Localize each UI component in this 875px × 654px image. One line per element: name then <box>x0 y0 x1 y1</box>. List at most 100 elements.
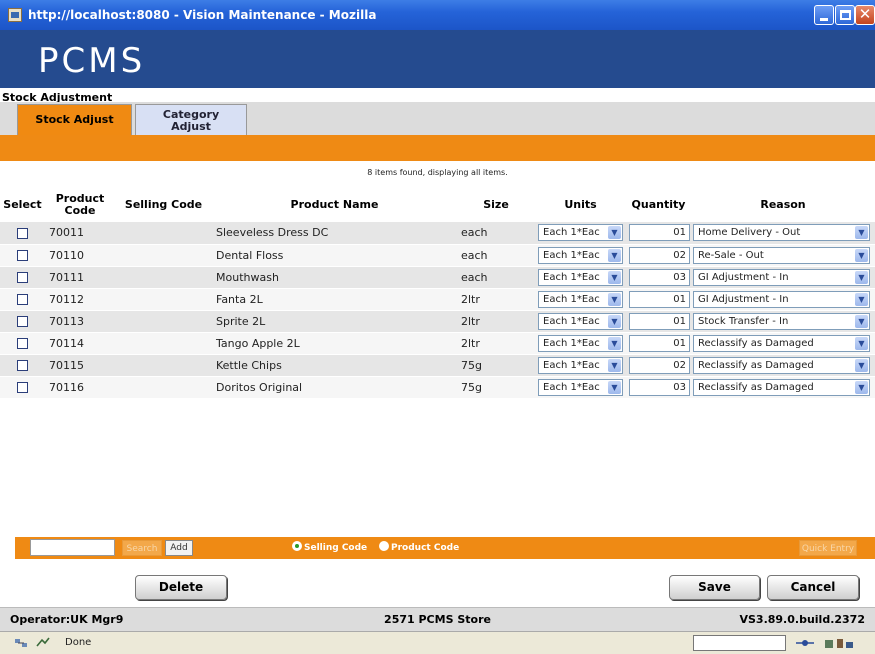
tab-stock-adjust[interactable]: Stock Adjust <box>17 104 132 135</box>
status-progress-field <box>693 635 786 651</box>
search-input[interactable] <box>30 539 115 556</box>
window-title: http://localhost:8080 - Vision Maintenan… <box>28 8 377 22</box>
size-cell: 2ltr <box>457 310 535 333</box>
search-button[interactable]: Search <box>122 540 162 556</box>
units-select[interactable]: Each 1*Eac ▼ <box>538 246 623 264</box>
plugin-icons <box>825 639 853 648</box>
reason-value: Home Delivery - Out <box>698 227 801 239</box>
size-cell: 75g <box>457 354 535 377</box>
size-cell: 2ltr <box>457 332 535 355</box>
chevron-down-icon: ▼ <box>608 314 621 328</box>
reason-select[interactable]: Stock Transfer - In ▼ <box>693 312 870 330</box>
units-select[interactable]: Each 1*Eac ▼ <box>538 312 623 330</box>
header-product-name[interactable]: Product Name <box>212 188 457 222</box>
reason-select[interactable]: Home Delivery - Out ▼ <box>693 224 870 242</box>
quantity-input[interactable]: 02 <box>629 356 690 374</box>
quantity-input[interactable]: 01 <box>629 312 690 330</box>
quantity-input[interactable]: 02 <box>629 246 690 264</box>
table-row: 70112 Fanta 2L 2ltr Each 1*Eac ▼ 01 GI Adjustm… <box>0 288 875 311</box>
quantity-input[interactable]: 03 <box>629 378 690 396</box>
reason-cell: Reclassify as Damaged ▼ <box>691 376 875 399</box>
quantity-input[interactable]: 03 <box>629 268 690 286</box>
units-value: Each 1*Eac <box>543 337 600 349</box>
reason-select[interactable]: Reclassify as Damaged ▼ <box>693 356 870 374</box>
reason-cell: Re-Sale - Out ▼ <box>691 244 875 267</box>
units-select[interactable]: Each 1*Eac ▼ <box>538 224 623 242</box>
row-select-checkbox[interactable] <box>17 360 28 371</box>
product-code-cell: 70110 <box>45 244 115 267</box>
chevron-down-icon: ▼ <box>855 314 868 328</box>
reason-value: Reclassify as Damaged <box>698 381 814 393</box>
quantity-cell: 01 <box>626 332 691 355</box>
radio-selected-icon <box>292 541 302 551</box>
header-size[interactable]: Size <box>457 188 535 222</box>
selling-code-cell <box>115 332 212 355</box>
select-cell <box>0 354 45 377</box>
tab-category-adjust[interactable]: Category Adjust <box>135 104 247 135</box>
units-select[interactable]: Each 1*Eac ▼ <box>538 268 623 286</box>
main-panel: Stock Adjustment Stock Adjust Category A… <box>0 88 875 607</box>
units-select[interactable]: Each 1*Eac ▼ <box>538 290 623 308</box>
reason-select[interactable]: Reclassify as Damaged ▼ <box>693 334 870 352</box>
product-code-cell: 70114 <box>45 332 115 355</box>
units-select[interactable]: Each 1*Eac ▼ <box>538 378 623 396</box>
chevron-down-icon: ▼ <box>855 358 868 372</box>
units-select[interactable]: Each 1*Eac ▼ <box>538 334 623 352</box>
quantity-input[interactable]: 01 <box>629 224 690 242</box>
units-cell: Each 1*Eac ▼ <box>535 310 626 333</box>
row-select-checkbox[interactable] <box>17 250 28 261</box>
reason-select[interactable]: GI Adjustment - In ▼ <box>693 268 870 286</box>
quantity-cell: 03 <box>626 376 691 399</box>
quantity-input[interactable]: 01 <box>629 334 690 352</box>
table-row: 70116 Doritos Original 75g Each 1*Eac ▼ 03 Rec… <box>0 376 875 399</box>
save-button[interactable]: Save <box>669 575 760 600</box>
product-name-cell: Fanta 2L <box>212 288 457 311</box>
quick-entry-button[interactable]: Quick Entry <box>799 540 857 556</box>
add-button[interactable]: Add <box>165 540 193 556</box>
header-selling-code[interactable]: Selling Code <box>115 188 212 222</box>
minimize-button[interactable] <box>814 5 834 25</box>
product-name-cell: Dental Floss <box>212 244 457 267</box>
row-select-checkbox[interactable] <box>17 316 28 327</box>
row-select-checkbox[interactable] <box>17 294 28 305</box>
radio-product-code[interactable]: Product Code <box>379 541 459 553</box>
header-quantity[interactable]: Quantity <box>626 188 691 222</box>
row-select-checkbox[interactable] <box>17 382 28 393</box>
reason-cell: Home Delivery - Out ▼ <box>691 222 875 245</box>
header-product-code-line2: Code <box>64 204 96 217</box>
table-row: 70111 Mouthwash each Each 1*Eac ▼ 03 GI Adjust… <box>0 266 875 289</box>
header-reason[interactable]: Reason <box>691 188 875 222</box>
selling-code-cell <box>115 266 212 289</box>
product-code-cell: 70112 <box>45 288 115 311</box>
header-units[interactable]: Units <box>535 188 626 222</box>
row-select-checkbox[interactable] <box>17 272 28 283</box>
reason-select[interactable]: GI Adjustment - In ▼ <box>693 290 870 308</box>
units-select[interactable]: Each 1*Eac ▼ <box>538 356 623 374</box>
radio-selling-code[interactable]: Selling Code <box>292 541 367 553</box>
stock-table: Select Product Code Selling Code Product… <box>0 188 875 399</box>
reason-cell: GI Adjustment - In ▼ <box>691 266 875 289</box>
delete-button[interactable]: Delete <box>135 575 227 600</box>
quantity-input[interactable]: 01 <box>629 290 690 308</box>
cancel-button[interactable]: Cancel <box>767 575 859 600</box>
reason-select[interactable]: Reclassify as Damaged ▼ <box>693 378 870 396</box>
select-cell <box>0 266 45 289</box>
size-cell: 2ltr <box>457 288 535 311</box>
reason-select[interactable]: Re-Sale - Out ▼ <box>693 246 870 264</box>
tab-strip: Stock Adjust Category Adjust <box>0 102 875 135</box>
size-cell: 75g <box>457 376 535 399</box>
chevron-down-icon: ▼ <box>608 380 621 394</box>
row-select-checkbox[interactable] <box>17 227 28 239</box>
security-icon <box>36 637 50 647</box>
units-cell: Each 1*Eac ▼ <box>535 244 626 267</box>
select-cell <box>0 376 45 399</box>
reason-cell: GI Adjustment - In ▼ <box>691 288 875 311</box>
header-select[interactable]: Select <box>0 188 45 222</box>
close-button[interactable]: ✕ <box>855 5 875 25</box>
row-select-checkbox[interactable] <box>17 338 28 349</box>
select-cell <box>0 332 45 355</box>
chevron-down-icon: ▼ <box>855 226 868 240</box>
maximize-button[interactable] <box>835 5 855 25</box>
header-product-code[interactable]: Product Code <box>45 188 115 222</box>
selling-code-cell <box>115 354 212 377</box>
